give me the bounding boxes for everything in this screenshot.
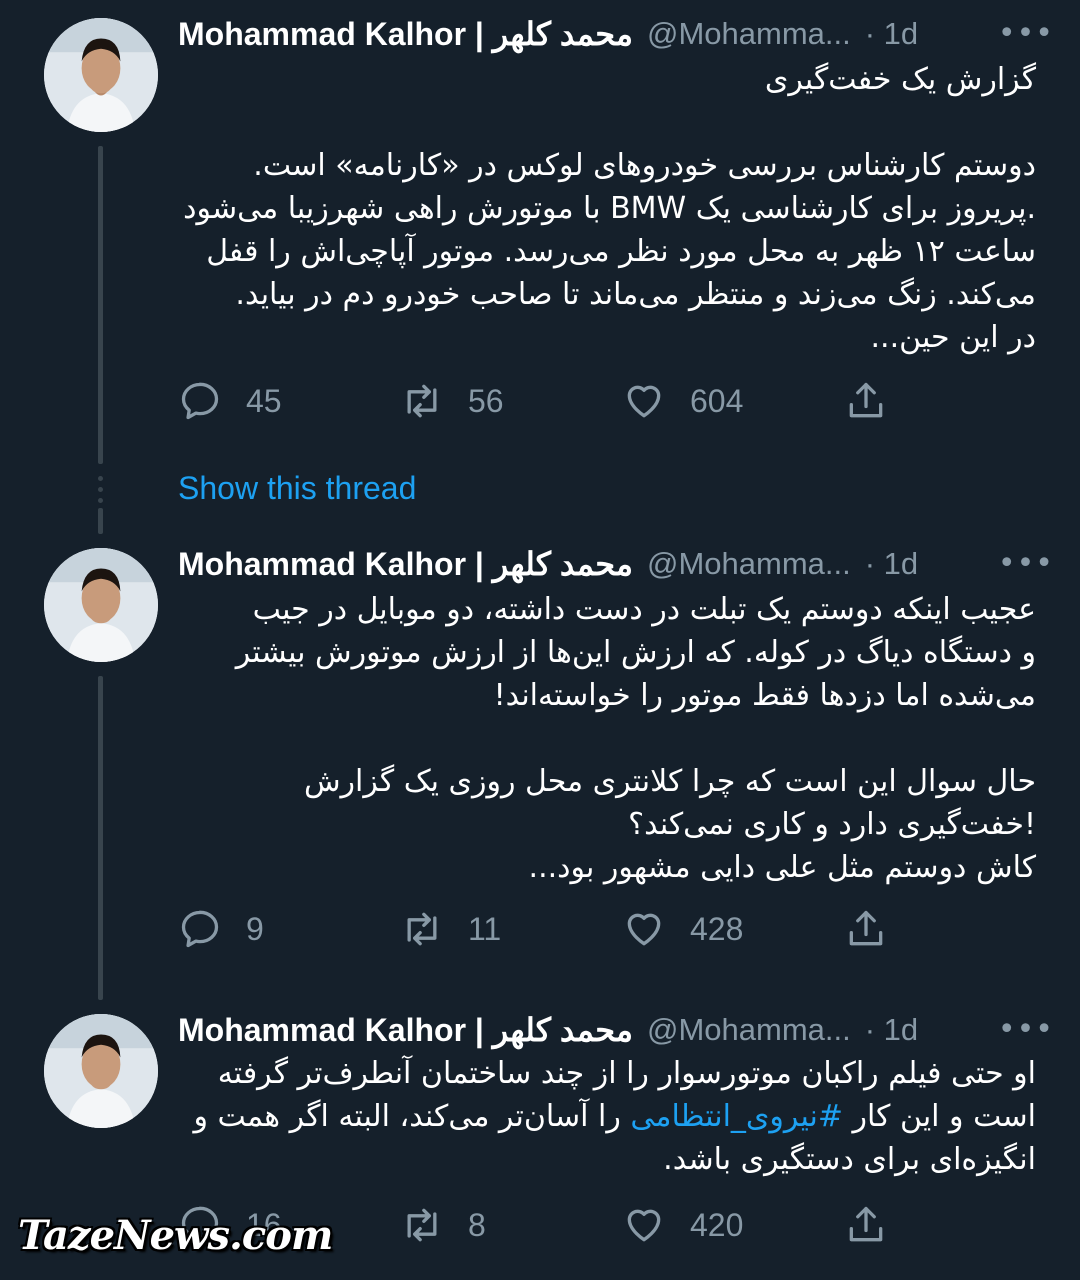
retweet-button[interactable]: 8 bbox=[400, 1200, 486, 1250]
user-handle[interactable]: @Mohamma... bbox=[647, 16, 851, 52]
tweet-actions: 9 11 428 bbox=[178, 904, 898, 954]
display-name[interactable]: Mohammad Kalhor | محمد کلهر bbox=[178, 1011, 633, 1049]
like-button[interactable]: 428 bbox=[622, 904, 743, 954]
like-button[interactable]: 604 bbox=[622, 376, 743, 426]
thread-gap-dots bbox=[98, 476, 103, 509]
tweet-text: گزارش یک خفت‌گیری دوستم کارشناس بررسی خو… bbox=[183, 62, 1036, 355]
user-handle[interactable]: @Mohamma... bbox=[647, 546, 851, 582]
retweet-icon bbox=[407, 384, 437, 418]
thread-line bbox=[98, 676, 103, 1000]
tweet-text: عجیب اینکه دوستم یک تبلت در دست داشته، د… bbox=[235, 592, 1036, 885]
retweet-button[interactable]: 56 bbox=[400, 376, 504, 426]
more-options-icon[interactable]: ••• bbox=[998, 546, 1054, 581]
retweet-count: 56 bbox=[468, 382, 504, 419]
share-button[interactable] bbox=[844, 1200, 888, 1250]
tweet[interactable]: Mohammad Kalhor | محمد کلهر @Mohamma... … bbox=[0, 530, 1080, 1000]
reply-icon bbox=[181, 910, 219, 948]
share-button[interactable] bbox=[844, 904, 888, 954]
tweet-text: او حتی فیلم راکبان موتورسوار را از چند س… bbox=[178, 1052, 1036, 1181]
more-options-icon[interactable]: ••• bbox=[998, 1012, 1054, 1047]
reply-button[interactable]: 9 bbox=[178, 904, 264, 954]
timestamp[interactable]: · 1d bbox=[865, 546, 918, 582]
avatar[interactable] bbox=[44, 548, 158, 662]
user-handle[interactable]: @Mohamma... bbox=[647, 1012, 851, 1048]
avatar[interactable] bbox=[44, 18, 158, 132]
reply-count: 45 bbox=[246, 382, 282, 419]
reply-count: 9 bbox=[246, 910, 264, 947]
share-button[interactable] bbox=[844, 376, 888, 426]
like-count: 428 bbox=[690, 910, 744, 947]
watermark-logo: TazeNews.com bbox=[18, 1212, 333, 1259]
retweet-count: 8 bbox=[468, 1206, 486, 1243]
tweet-actions: 45 56 604 bbox=[178, 376, 898, 426]
hashtag-link[interactable]: #نیروی_انتظامی bbox=[630, 1099, 843, 1134]
share-icon bbox=[849, 382, 883, 418]
tweet-header: Mohammad Kalhor | محمد کلهر @Mohamma... … bbox=[178, 544, 1054, 584]
avatar[interactable] bbox=[44, 1014, 158, 1128]
reply-icon bbox=[181, 382, 219, 420]
like-count: 604 bbox=[690, 382, 744, 419]
tweet[interactable]: Mohammad Kalhor | محمد کلهر @Mohamma... … bbox=[0, 0, 1080, 464]
retweet-icon bbox=[407, 912, 437, 946]
like-button[interactable]: 420 bbox=[622, 1200, 743, 1250]
reply-button[interactable]: 45 bbox=[178, 376, 282, 426]
show-thread-link[interactable]: Show this thread bbox=[178, 470, 416, 507]
more-options-icon[interactable]: ••• bbox=[998, 16, 1054, 51]
heart-icon bbox=[627, 1209, 661, 1242]
tweet-header: Mohammad Kalhor | محمد کلهر @Mohamma... … bbox=[178, 14, 1054, 54]
share-icon bbox=[849, 910, 883, 946]
timestamp[interactable]: · 1d bbox=[865, 16, 918, 52]
share-icon bbox=[849, 1206, 883, 1242]
tweet-header: Mohammad Kalhor | محمد کلهر @Mohamma... … bbox=[178, 1010, 1054, 1050]
retweet-count: 11 bbox=[468, 910, 502, 947]
timestamp[interactable]: · 1d bbox=[865, 1012, 918, 1048]
retweet-icon bbox=[407, 1208, 437, 1242]
retweet-button[interactable]: 11 bbox=[400, 904, 501, 954]
display-name[interactable]: Mohammad Kalhor | محمد کلهر bbox=[178, 15, 633, 53]
like-count: 420 bbox=[690, 1206, 744, 1243]
heart-icon bbox=[627, 913, 661, 946]
heart-icon bbox=[627, 385, 661, 418]
display-name[interactable]: Mohammad Kalhor | محمد کلهر bbox=[178, 545, 633, 583]
thread-line bbox=[98, 146, 103, 464]
